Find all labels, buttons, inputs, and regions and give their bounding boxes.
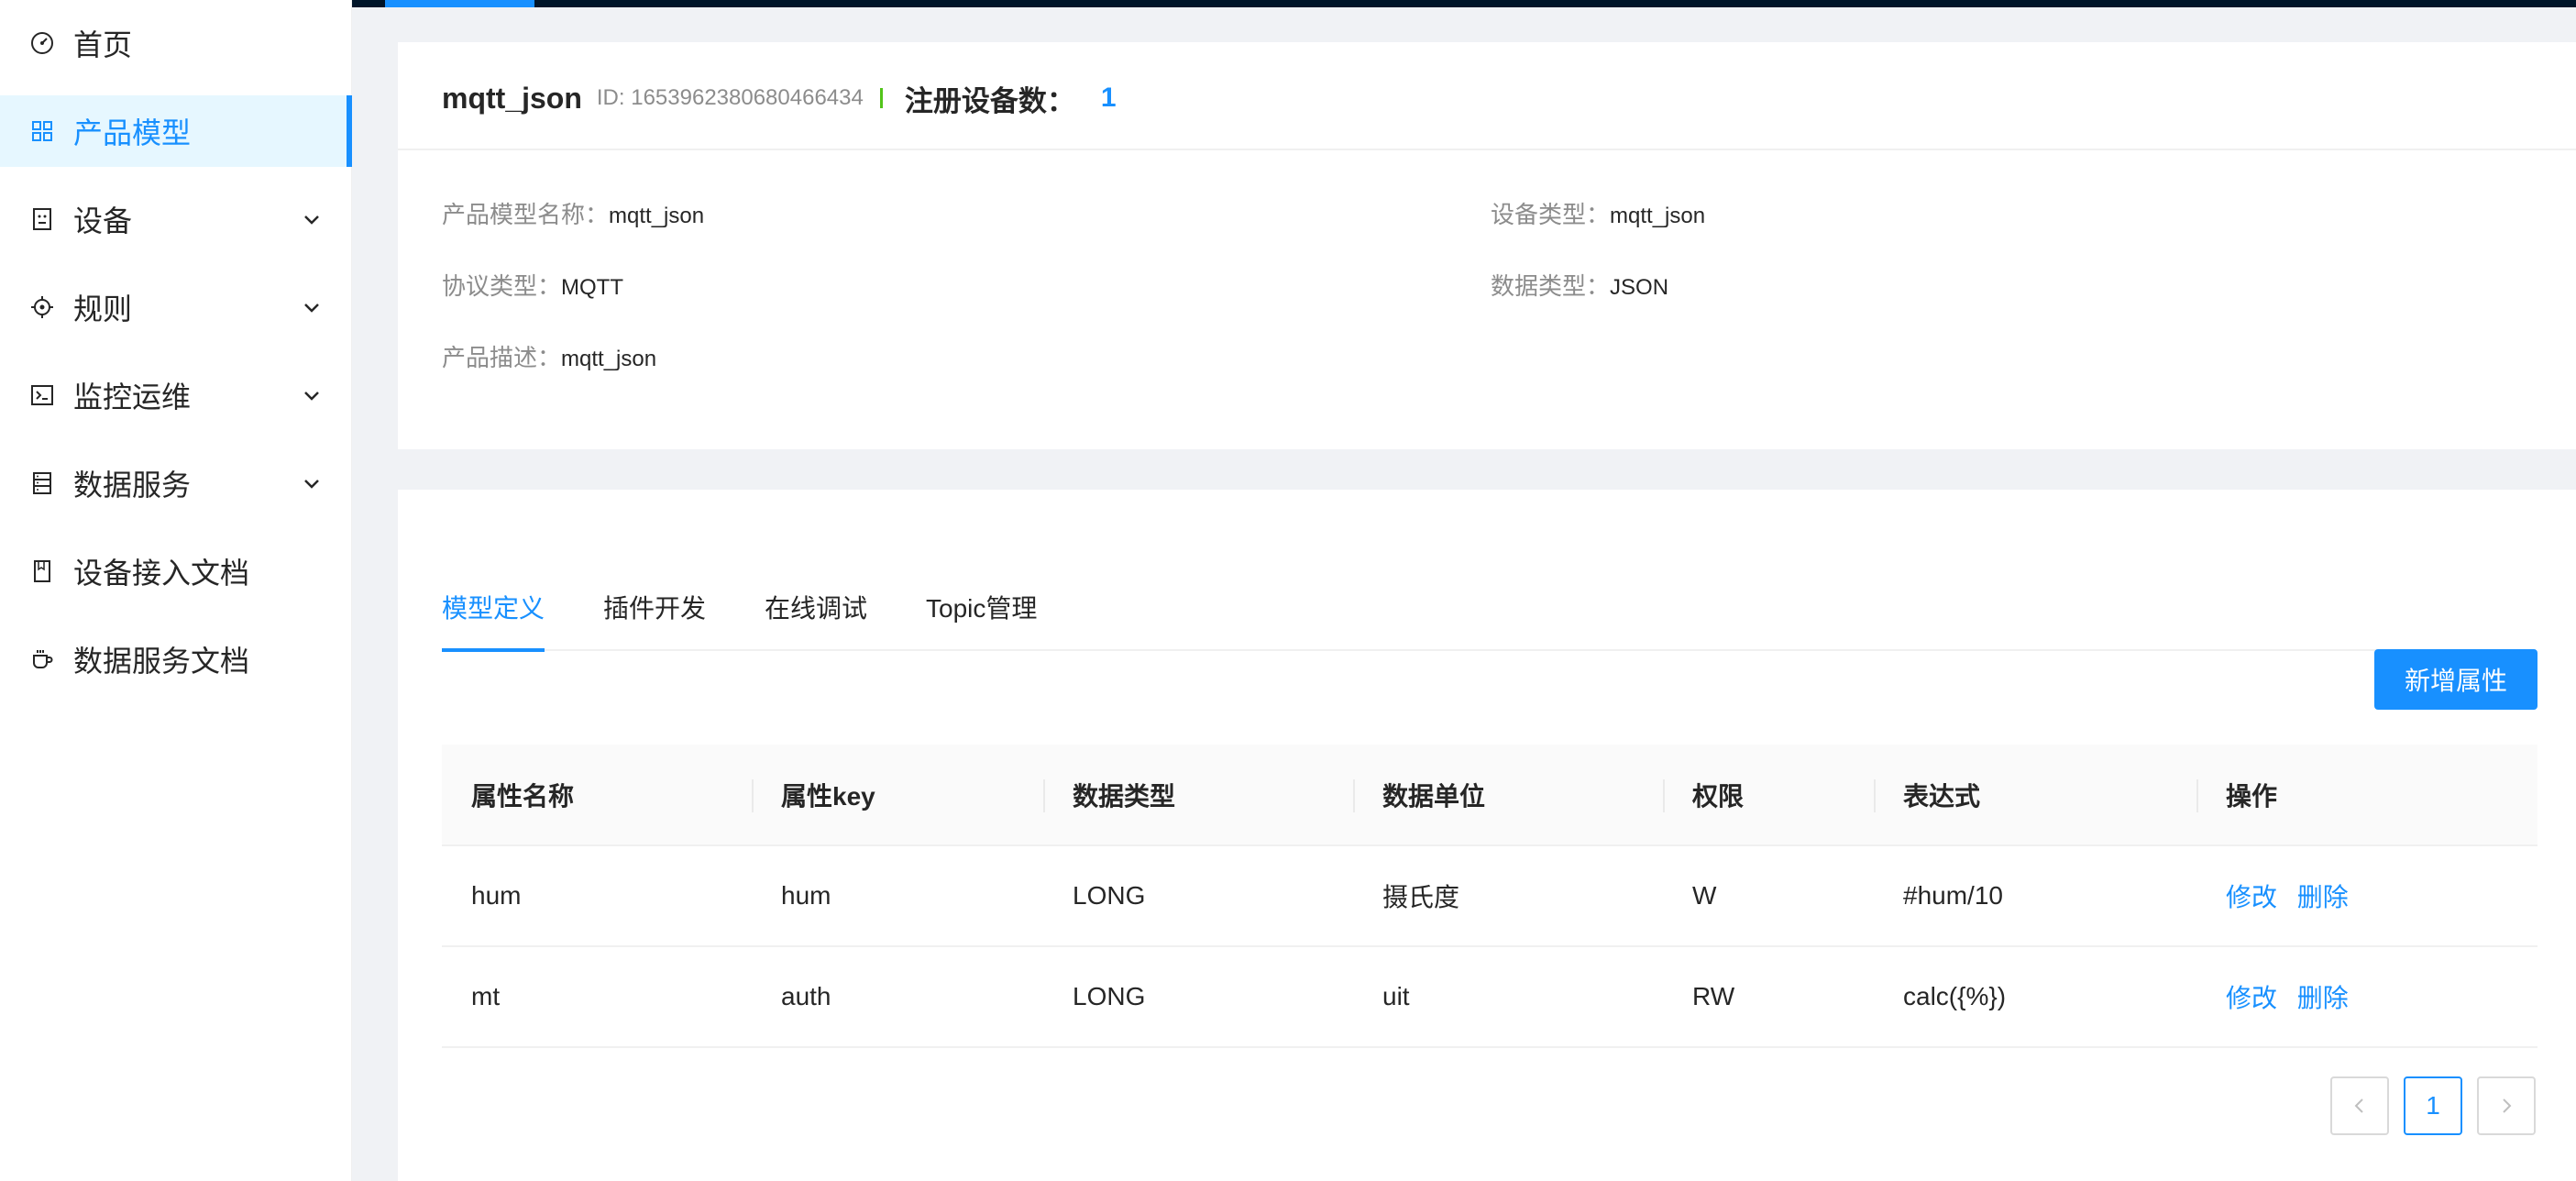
cell-key: hum: [752, 845, 1043, 947]
cell-expression: calc({%}): [1874, 946, 2196, 1048]
chevron-down-icon: [304, 304, 319, 313]
detail-label: 产品模型名称：: [442, 201, 610, 228]
chevron-right-icon: [2503, 1098, 2512, 1113]
pagination-prev-button[interactable]: [2330, 1076, 2389, 1135]
registered-devices-label: 注册设备数：: [904, 84, 1075, 117]
chevron-down-icon: [304, 215, 319, 225]
column-header-actions: 操作: [2196, 745, 2537, 846]
chevron-left-icon: [2354, 1098, 2363, 1113]
title-divider: [879, 88, 883, 108]
chevron-down-icon: [304, 480, 319, 489]
cell-actions: 修改 删除: [2196, 946, 2537, 1048]
column-header-expression: 表达式: [1874, 745, 2196, 846]
tab-plugin-development[interactable]: 插件开发: [603, 563, 706, 651]
sidebar-item-home[interactable]: 首页: [0, 7, 352, 79]
detail-label: 协议类型：: [442, 272, 562, 300]
delete-link[interactable]: 删除: [2297, 984, 2349, 1012]
sidebar-item-label: 设备接入文档: [73, 557, 250, 590]
delete-link[interactable]: 删除: [2297, 883, 2349, 911]
model-definition-card: 模型定义 插件开发 在线调试 Topic管理 新增属性 属性名称 属性key 数…: [398, 490, 2576, 1181]
sidebar-item-product-model[interactable]: 产品模型: [0, 95, 352, 167]
book-icon: [28, 557, 57, 586]
cell-unit: uit: [1353, 946, 1663, 1048]
cell-unit: 摄氏度: [1353, 845, 1663, 947]
coffee-icon: [28, 645, 57, 674]
column-header-name: 属性名称: [442, 745, 752, 846]
product-name: mqtt_json: [442, 81, 582, 115]
cell-key: auth: [752, 946, 1043, 1048]
cell-permission: W: [1663, 845, 1874, 947]
sidebar-item-rules[interactable]: 规则: [0, 271, 352, 343]
table-header-row: 属性名称 属性key 数据类型 数据单位 权限 表达式 操作: [442, 745, 2537, 846]
sidebar-item-label: 首页: [73, 28, 133, 61]
pagination-page-1[interactable]: 1: [2404, 1076, 2462, 1135]
detail-data-type: 数据类型： JSON: [1491, 268, 1668, 302]
product-header-card: mqtt_json ID: 1653962380680466434 注册设备数：…: [398, 42, 2576, 449]
chevron-down-icon: [304, 392, 319, 401]
edit-link[interactable]: 修改: [2226, 883, 2277, 911]
attributes-table: 属性名称 属性key 数据类型 数据单位 权限 表达式 操作 hum hum L…: [442, 745, 2537, 1048]
database-icon: [28, 469, 57, 498]
cell-name: mt: [442, 946, 752, 1048]
detail-label: 设备类型：: [1491, 201, 1611, 228]
header-divider: [398, 149, 2576, 150]
appstore-icon: [28, 116, 57, 146]
top-bar-accent: [385, 0, 534, 7]
sidebar-item-label: 数据服务: [73, 469, 192, 502]
detail-value: mqtt_json: [1610, 204, 1706, 228]
dashboard-icon: [28, 28, 57, 58]
tab-online-debug[interactable]: 在线调试: [765, 563, 867, 651]
detail-value: mqtt_json: [561, 347, 657, 371]
detail-device-type: 设备类型： mqtt_json: [1491, 196, 1705, 230]
sidebar-item-label: 监控运维: [73, 381, 192, 414]
column-header-data-type: 数据类型: [1043, 745, 1353, 846]
sidebar-item-label: 产品模型: [73, 116, 192, 149]
sidebar-item-label: 设备: [73, 204, 133, 237]
column-header-unit: 数据单位: [1353, 745, 1663, 846]
detail-value: MQTT: [561, 275, 623, 300]
tab-bar: 模型定义 插件开发 在线调试 Topic管理: [442, 563, 2536, 652]
registered-devices-count[interactable]: 1: [1101, 83, 1117, 114]
detail-value: mqtt_json: [609, 204, 705, 228]
sidebar-item-label: 数据服务文档: [73, 645, 250, 678]
tab-model-definition[interactable]: 模型定义: [442, 563, 545, 651]
aim-icon: [28, 292, 57, 322]
detail-value: JSON: [1610, 275, 1669, 300]
product-id: ID: 1653962380680466434: [596, 85, 864, 110]
column-header-permission: 权限: [1663, 745, 1874, 846]
terminal-icon: [28, 381, 57, 410]
device-icon: [28, 204, 57, 234]
cell-data-type: LONG: [1043, 946, 1353, 1048]
cell-data-type: LONG: [1043, 845, 1353, 947]
sidebar-item-device[interactable]: 设备: [0, 183, 352, 255]
cell-actions: 修改 删除: [2196, 845, 2537, 947]
cell-name: hum: [442, 845, 752, 947]
add-attribute-button[interactable]: 新增属性: [2374, 649, 2537, 710]
pagination-next-button[interactable]: [2477, 1076, 2536, 1135]
tab-active-indicator: [442, 648, 545, 652]
sidebar-item-data-service[interactable]: 数据服务: [0, 447, 352, 519]
detail-label: 数据类型：: [1491, 272, 1611, 300]
detail-protocol-type: 协议类型： MQTT: [442, 268, 623, 302]
table-row: mt auth LONG uit RW calc({%}) 修改 删除: [442, 946, 2537, 1048]
detail-description: 产品描述： mqtt_json: [442, 339, 656, 373]
sidebar-item-device-docs[interactable]: 设备接入文档: [0, 535, 352, 607]
sidebar-item-data-service-docs[interactable]: 数据服务文档: [0, 624, 352, 695]
detail-model-name: 产品模型名称： mqtt_json: [442, 196, 704, 230]
sidebar: 首页 产品模型 设备 规则 监控运维 数据服务 设备接入文档 数据服务文档: [0, 0, 352, 1181]
sidebar-item-label: 规则: [73, 292, 133, 326]
column-header-key: 属性key: [752, 745, 1043, 846]
tab-topic-management[interactable]: Topic管理: [926, 563, 1037, 651]
cell-permission: RW: [1663, 946, 1874, 1048]
detail-label: 产品描述：: [442, 344, 562, 371]
edit-link[interactable]: 修改: [2226, 984, 2277, 1012]
cell-expression: #hum/10: [1874, 845, 2196, 947]
table-row: hum hum LONG 摄氏度 W #hum/10 修改 删除: [442, 845, 2537, 947]
product-title-row: mqtt_json ID: 1653962380680466434 注册设备数：…: [442, 66, 1117, 130]
sidebar-item-monitoring[interactable]: 监控运维: [0, 359, 352, 431]
